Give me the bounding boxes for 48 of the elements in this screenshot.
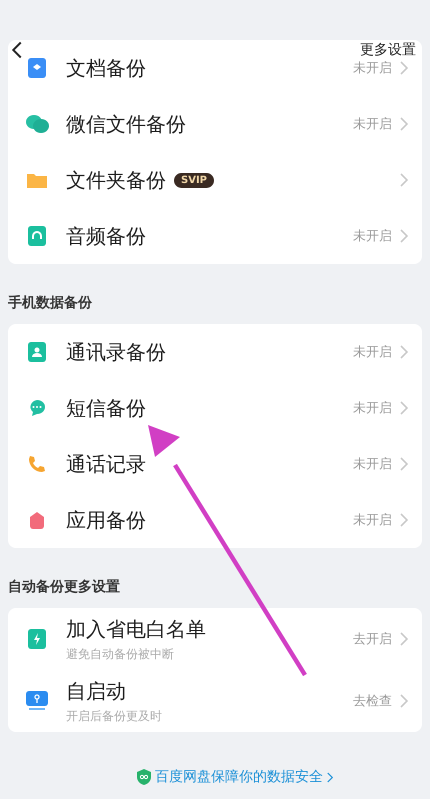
chevron-icon [400, 694, 408, 708]
row-label: 文件夹备份 [66, 166, 166, 194]
chevron-icon [400, 632, 408, 646]
row-status: 未开启 [353, 60, 392, 77]
message-icon [28, 399, 46, 417]
row-label: 短信备份 [66, 394, 146, 422]
row-status: 未开启 [353, 116, 392, 133]
chevron-icon [400, 117, 408, 131]
row-status: 未开启 [353, 456, 392, 473]
chevron-icon [400, 61, 408, 75]
row-status: 去开启 [353, 631, 392, 648]
section-title: 自动备份更多设置 [8, 578, 121, 597]
folder-icon [27, 172, 47, 188]
chevron-icon [400, 401, 408, 415]
row-status: 去检查 [353, 693, 392, 710]
monitor-icon [26, 691, 48, 711]
row-label: 自启动 [66, 678, 126, 704]
contact-icon [28, 342, 46, 362]
chevron-icon [400, 173, 408, 187]
row-label: 通讯录备份 [66, 338, 166, 366]
chevron-icon [400, 229, 408, 243]
phone-icon [27, 454, 47, 474]
row-label: 通话记录 [66, 450, 146, 478]
chevron-icon [400, 457, 408, 471]
row-label: 音频备份 [66, 222, 146, 250]
row-label: 加入省电白名单 [66, 616, 206, 642]
row-label: 文档备份 [66, 54, 146, 82]
row-subtitle: 开启后备份更及时 [66, 708, 163, 724]
chevron-icon [400, 513, 408, 527]
battery-icon [28, 629, 46, 649]
row-label: 微信文件备份 [66, 110, 186, 138]
row-status: 未开启 [353, 344, 392, 361]
chevron-icon [400, 345, 408, 359]
back-icon [12, 41, 22, 59]
document-icon [28, 58, 46, 78]
bag-icon [28, 511, 46, 529]
row-status: 未开启 [353, 228, 392, 245]
section-title: 手机数据备份 [8, 294, 93, 313]
more-settings-button[interactable]: 更多设置 [360, 41, 416, 59]
chat-bubbles-icon [25, 114, 49, 134]
headphones-icon [28, 226, 46, 246]
row-label: 应用备份 [66, 506, 146, 534]
row-status: 未开启 [353, 512, 392, 529]
shield-icon [137, 769, 151, 785]
row-subtitle: 避免自动备份被中断 [66, 646, 175, 662]
row-status: 未开启 [353, 400, 392, 417]
svip-badge: SVIP [174, 172, 214, 188]
link-chevron-icon [327, 772, 333, 782]
